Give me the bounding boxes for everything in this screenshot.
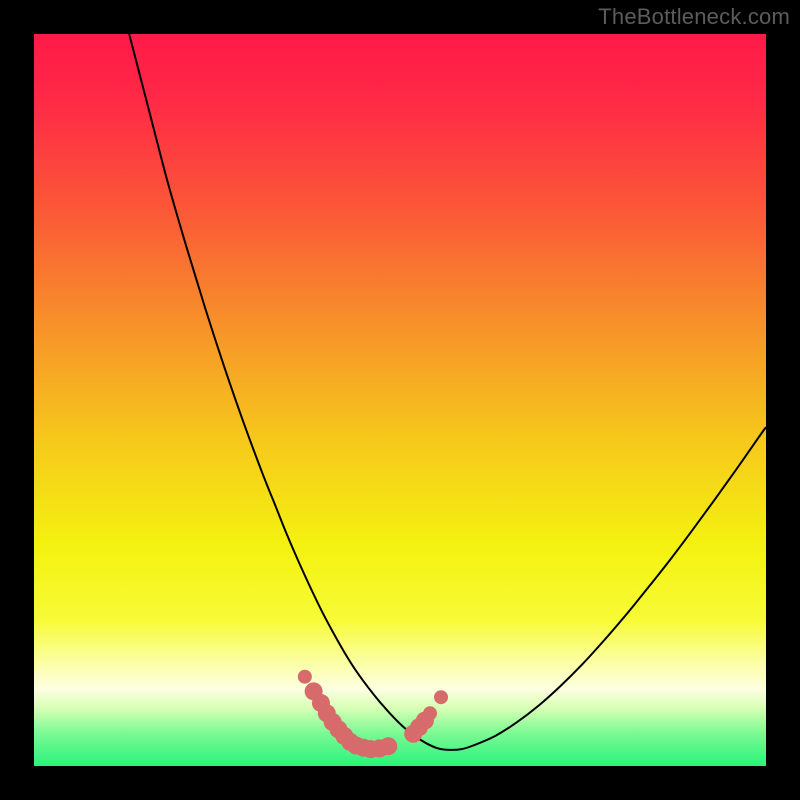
marker-point [298,670,312,684]
chart-plot [34,34,766,766]
marker-point [434,690,448,704]
chart-background [34,34,766,766]
marker-point [423,706,437,720]
chart-frame: TheBottleneck.com [0,0,800,800]
marker-point [379,737,397,755]
chart-svg [34,34,766,766]
watermark-text: TheBottleneck.com [598,4,790,30]
